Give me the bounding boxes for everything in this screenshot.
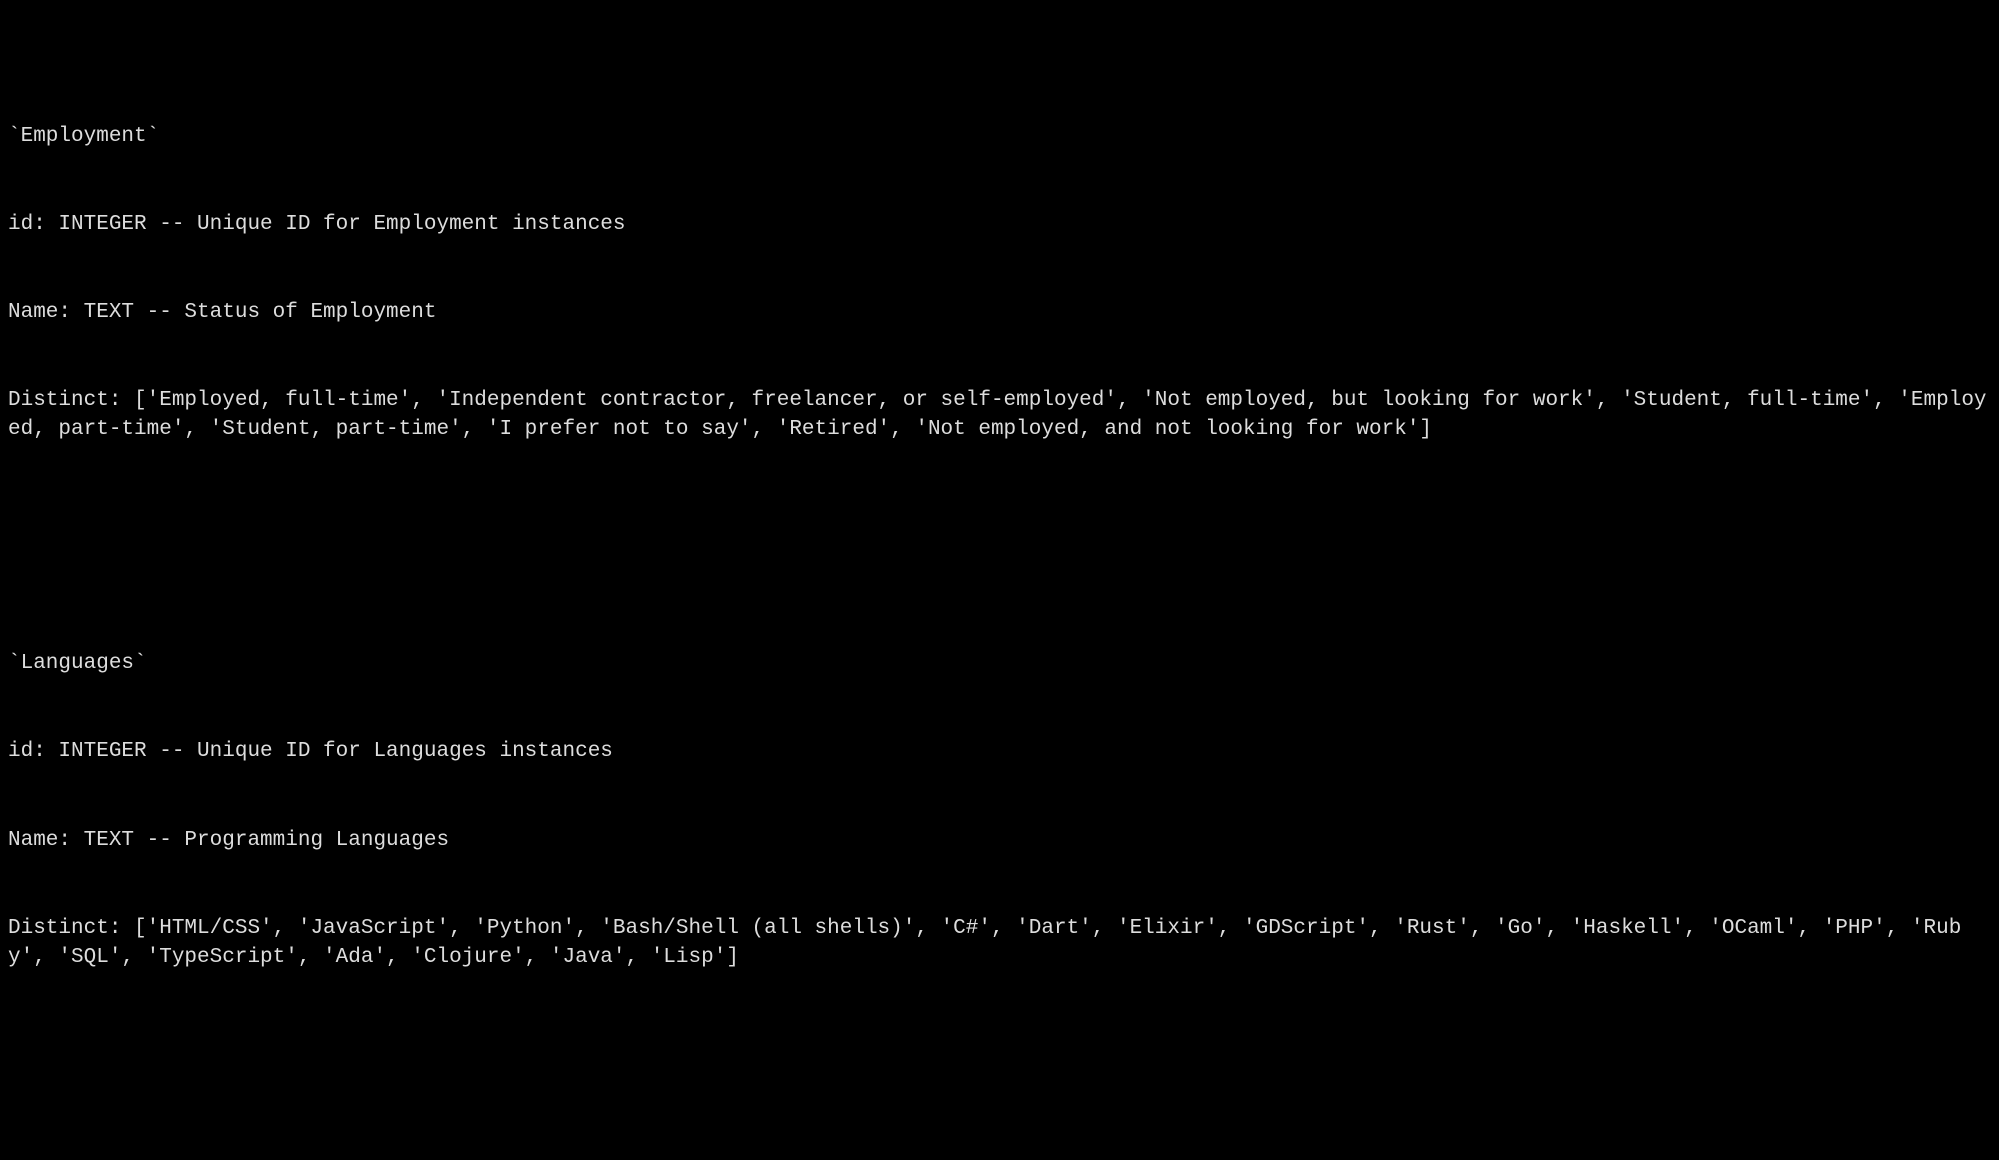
schema-distinct-line: Distinct: ['HTML/CSS', 'JavaScript', 'Py… [8, 914, 1991, 973]
schema-name-line: Name: TEXT -- Programming Languages [8, 826, 1991, 855]
schema-id-line: id: INTEGER -- Unique ID for Employment … [8, 210, 1991, 239]
schema-block-codingactivities: `CodingActivities` id: INTEGER -- Unique… [8, 1118, 1991, 1160]
schema-name-line: Name: TEXT -- Status of Employment [8, 298, 1991, 327]
schema-distinct-line: Distinct: ['Employed, full-time', 'Indep… [8, 386, 1991, 445]
schema-block-employment: `Employment` id: INTEGER -- Unique ID fo… [8, 63, 1991, 504]
schema-title: `Employment` [8, 122, 1991, 151]
schema-title: `Languages` [8, 649, 1991, 678]
schema-id-line: id: INTEGER -- Unique ID for Languages i… [8, 737, 1991, 766]
schema-block-languages: `Languages` id: INTEGER -- Unique ID for… [8, 590, 1991, 1031]
terminal-output: `Employment` id: INTEGER -- Unique ID fo… [0, 0, 1999, 1160]
